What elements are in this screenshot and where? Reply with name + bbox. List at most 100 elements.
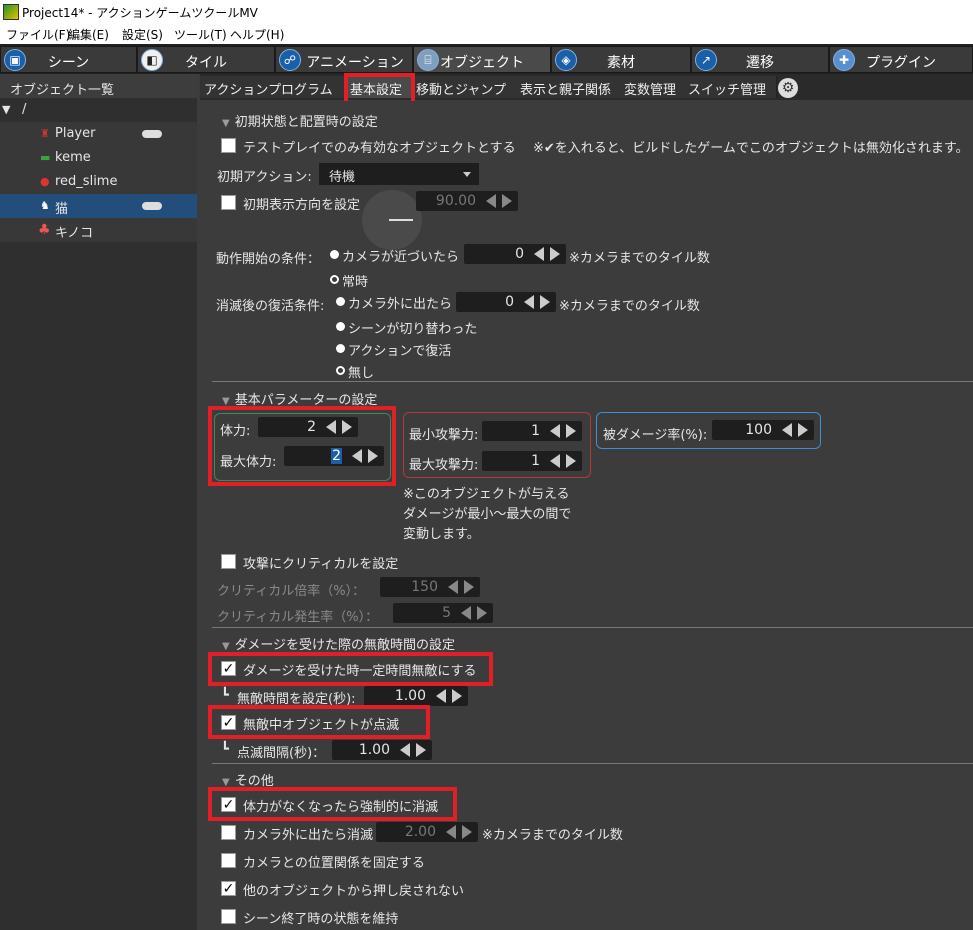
- tab-material[interactable]: ◈ 素材: [551, 46, 691, 73]
- tree-root-folder[interactable]: ▼ /: [0, 100, 197, 122]
- start-always-radio[interactable]: [330, 275, 339, 284]
- increment-arrow-icon[interactable]: [502, 194, 512, 208]
- cat-sprite-icon: ♞: [40, 199, 50, 212]
- object-item-label: Player: [55, 126, 96, 141]
- menu-edit[interactable]: 編集(E): [68, 26, 109, 43]
- revive-scene-radio[interactable]: [336, 322, 345, 331]
- tab-label: 移動とジャンプ: [416, 83, 506, 98]
- spinner-value: 100: [745, 422, 772, 438]
- initial-direction-spinner[interactable]: 90.00: [416, 191, 518, 211]
- divider: [212, 763, 973, 764]
- tab-display-parent[interactable]: 表示と親子関係: [516, 76, 621, 98]
- decrement-arrow-icon[interactable]: [550, 424, 560, 438]
- fix-camera-checkbox[interactable]: [221, 853, 236, 868]
- tab-label: 表示と親子関係: [520, 83, 612, 98]
- tab-scene-label: シーン: [47, 55, 90, 71]
- decrement-arrow-icon[interactable]: [782, 423, 792, 437]
- test-only-label: テストプレイでのみ有効なオブジェクトとする: [243, 141, 516, 156]
- window-title: Project14* - アクションゲームツクールMV: [22, 6, 258, 20]
- decrement-arrow-icon[interactable]: [448, 580, 458, 594]
- spinner-value: 90.00: [435, 193, 476, 209]
- gear-icon[interactable]: ⚙: [778, 78, 798, 98]
- revive-camera-spinner[interactable]: 0: [456, 292, 556, 312]
- increment-arrow-icon[interactable]: [462, 825, 472, 839]
- object-item-cat[interactable]: ♞ 猫: [0, 194, 197, 218]
- sub-indent-icon: ┗: [221, 688, 229, 703]
- tab-plugin[interactable]: ✚ プラグイン: [829, 46, 973, 73]
- object-item-red-slime[interactable]: ● red_slime: [0, 170, 197, 194]
- decrement-arrow-icon[interactable]: [446, 825, 456, 839]
- tab-transition[interactable]: ↗ 遷移: [691, 46, 829, 73]
- menu-file[interactable]: ファイル(F): [6, 26, 70, 43]
- min-attack-spinner[interactable]: 1: [482, 421, 582, 441]
- critical-checkbox[interactable]: [221, 554, 236, 569]
- test-only-checkbox[interactable]: [221, 138, 236, 153]
- revive-none-radio[interactable]: [336, 366, 345, 375]
- decrement-arrow-icon[interactable]: [524, 295, 534, 309]
- decrement-arrow-icon[interactable]: [550, 454, 560, 468]
- min-attack-label: 最小攻撃力:: [409, 428, 479, 443]
- start-tile-note: ※カメラまでのタイル数: [569, 251, 710, 266]
- critical-rate-spinner[interactable]: 5: [393, 603, 493, 623]
- collapse-triangle-icon: ▼: [222, 641, 230, 652]
- increment-arrow-icon[interactable]: [566, 424, 576, 438]
- tab-animation[interactable]: ☍ アニメーション: [275, 46, 413, 73]
- menu-settings[interactable]: 設定(S): [122, 26, 163, 43]
- camera-out-label: カメラ外に出たら消滅: [243, 828, 374, 843]
- direction-needle: [389, 219, 413, 221]
- increment-arrow-icon[interactable]: [566, 454, 576, 468]
- camera-out-checkbox[interactable]: [221, 825, 236, 840]
- object-item-keme[interactable]: ▬ keme: [0, 146, 197, 170]
- menu-help[interactable]: ヘルプ(H): [230, 26, 284, 43]
- blink-interval-label: 点滅間隔(秒)：: [237, 746, 326, 761]
- decrement-arrow-icon[interactable]: [461, 606, 471, 620]
- revive-action-radio[interactable]: [336, 344, 345, 353]
- increment-arrow-icon[interactable]: [477, 606, 487, 620]
- tab-tile[interactable]: ◧ タイル: [137, 46, 275, 73]
- direction-dial[interactable]: [362, 190, 422, 250]
- blink-interval-spinner[interactable]: 1.00: [332, 740, 432, 760]
- initial-direction-checkbox[interactable]: [221, 195, 236, 210]
- camera-out-spinner[interactable]: 2.00: [376, 822, 478, 842]
- critical-multiplier-spinner[interactable]: 150: [380, 577, 480, 597]
- start-camera-spinner[interactable]: 0: [464, 244, 566, 264]
- invincible-time-spinner[interactable]: 1.00: [364, 686, 468, 706]
- object-item-player[interactable]: ♜ Player: [0, 122, 197, 146]
- sub-indent-icon: ┗: [221, 742, 229, 757]
- object-item-mushroom[interactable]: ♣ キノコ: [0, 218, 197, 242]
- tab-scene[interactable]: ▣ シーン: [0, 46, 137, 73]
- decrement-arrow-icon[interactable]: [436, 689, 446, 703]
- revive-camera-radio[interactable]: [336, 297, 345, 306]
- damage-rate-spinner[interactable]: 100: [712, 420, 814, 440]
- decrement-arrow-icon[interactable]: [534, 247, 544, 261]
- increment-arrow-icon[interactable]: [798, 423, 808, 437]
- section-invincible[interactable]: ▼ ダメージを受けた際の無敵時間の設定: [222, 634, 455, 653]
- divider: [212, 627, 973, 628]
- tab-tile-label: タイル: [185, 55, 227, 71]
- tab-object[interactable]: ⌸ オブジェクト: [413, 46, 551, 73]
- keep-state-checkbox[interactable]: [221, 909, 236, 924]
- no-pushback-checkbox[interactable]: ✓: [221, 881, 236, 896]
- increment-arrow-icon[interactable]: [416, 743, 426, 757]
- section-initial-settings[interactable]: ▼ 初期状態と配置時の設定: [222, 111, 378, 130]
- decrement-arrow-icon[interactable]: [486, 194, 496, 208]
- start-camera-radio[interactable]: [330, 250, 339, 259]
- fix-camera-label: カメラとの位置関係を固定する: [243, 856, 425, 871]
- decrement-arrow-icon[interactable]: [400, 743, 410, 757]
- increment-arrow-icon[interactable]: [452, 689, 462, 703]
- increment-arrow-icon[interactable]: [550, 247, 560, 261]
- tab-move-jump[interactable]: 移動とジャンプ: [412, 76, 517, 98]
- max-attack-spinner[interactable]: 1: [482, 451, 582, 471]
- tab-object-label: オブジェクト: [440, 55, 524, 71]
- menu-tools[interactable]: ツール(T): [174, 26, 227, 43]
- tab-switches[interactable]: スイッチ管理: [684, 76, 777, 98]
- spinner-value: 1: [531, 423, 540, 439]
- increment-arrow-icon[interactable]: [464, 580, 474, 594]
- tab-action-program[interactable]: アクションプログラム: [200, 76, 347, 98]
- damage-rate-label: 被ダメージ率(%):: [603, 428, 708, 443]
- tab-variables[interactable]: 変数管理: [620, 76, 685, 98]
- increment-arrow-icon[interactable]: [540, 295, 550, 309]
- max-attack-label: 最大攻撃力:: [409, 458, 479, 473]
- expand-arrow-icon[interactable]: ▼: [2, 103, 10, 116]
- initial-action-dropdown[interactable]: 待機: [319, 163, 479, 185]
